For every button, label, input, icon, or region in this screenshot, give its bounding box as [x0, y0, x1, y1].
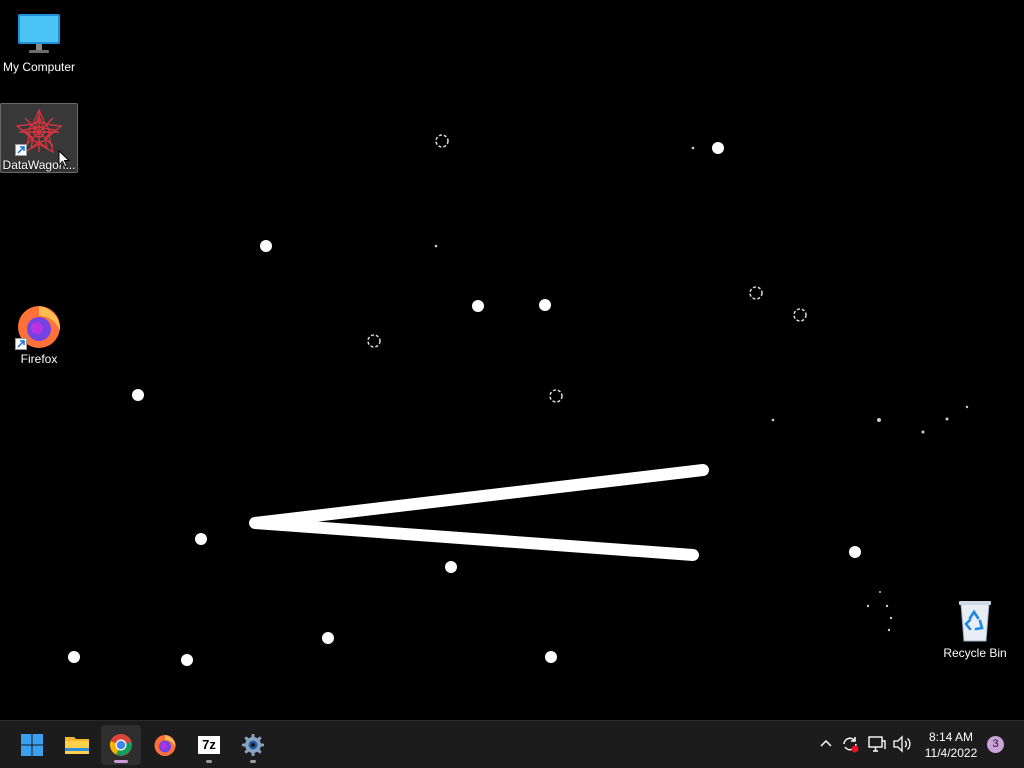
specks [434, 146, 969, 632]
small-rings [367, 134, 807, 403]
screensaver-canvas [68, 134, 969, 666]
clock-date: 11/4/2022 [924, 746, 978, 760]
desktop-icon-label: Firefox [20, 352, 58, 366]
shortcut-arrow-icon [15, 338, 27, 350]
monitor-icon [15, 10, 63, 58]
running-indicator [114, 760, 128, 763]
firefox-icon [154, 735, 176, 756]
white-stroke [249, 464, 709, 561]
windows-logo-icon [21, 734, 43, 756]
firefox-icon [15, 302, 63, 350]
network-icon [868, 736, 886, 752]
folder-icon [65, 737, 89, 754]
7zip-label: 7z [202, 737, 216, 752]
shortcut-arrow-icon [15, 144, 27, 156]
desktop-icon-label: My Computer [2, 60, 76, 74]
running-indicator [206, 760, 212, 763]
desktop-icon-firefox[interactable]: Firefox [0, 298, 78, 368]
volume-tray-button[interactable] [891, 733, 913, 755]
volume-icon [893, 735, 911, 753]
chrome-icon [109, 733, 132, 756]
7zip-icon: 7z [198, 736, 220, 754]
taskbar-7zip[interactable]: 7z [189, 725, 229, 765]
taskbar: 7z 8:14 AM 11/4/2022 3 [0, 720, 1024, 768]
recycle-bin-icon [951, 596, 999, 644]
running-indicator [250, 760, 256, 763]
show-hidden-icons-button[interactable] [815, 733, 837, 755]
datawagon-icon [15, 108, 63, 156]
taskbar-settings[interactable] [233, 725, 273, 765]
mouse-cursor-icon [58, 150, 71, 168]
taskbar-firefox[interactable] [145, 725, 185, 765]
chevron-up-icon [820, 739, 832, 747]
clock-time: 8:14 AM [928, 730, 974, 744]
desktop-icon-label: Recycle Bin [943, 646, 1007, 660]
dots [68, 142, 861, 666]
gear-icon [242, 734, 264, 756]
desktop-icon-recycle-bin[interactable]: Recycle Bin [936, 592, 1014, 662]
sync-tray-button[interactable] [839, 733, 861, 755]
clock[interactable]: 8:14 AM 11/4/2022 [918, 729, 984, 761]
sync-icon [843, 737, 859, 753]
network-tray-button[interactable] [866, 733, 888, 755]
desktop[interactable]: My Computer DataWagon... Firefox Recycle… [0, 0, 1024, 720]
taskbar-chrome[interactable] [101, 725, 141, 765]
taskbar-file-explorer[interactable] [57, 725, 97, 765]
desktop-icon-my-computer[interactable]: My Computer [0, 6, 78, 76]
notification-badge[interactable]: 3 [987, 736, 1004, 753]
start-button[interactable] [12, 725, 52, 765]
